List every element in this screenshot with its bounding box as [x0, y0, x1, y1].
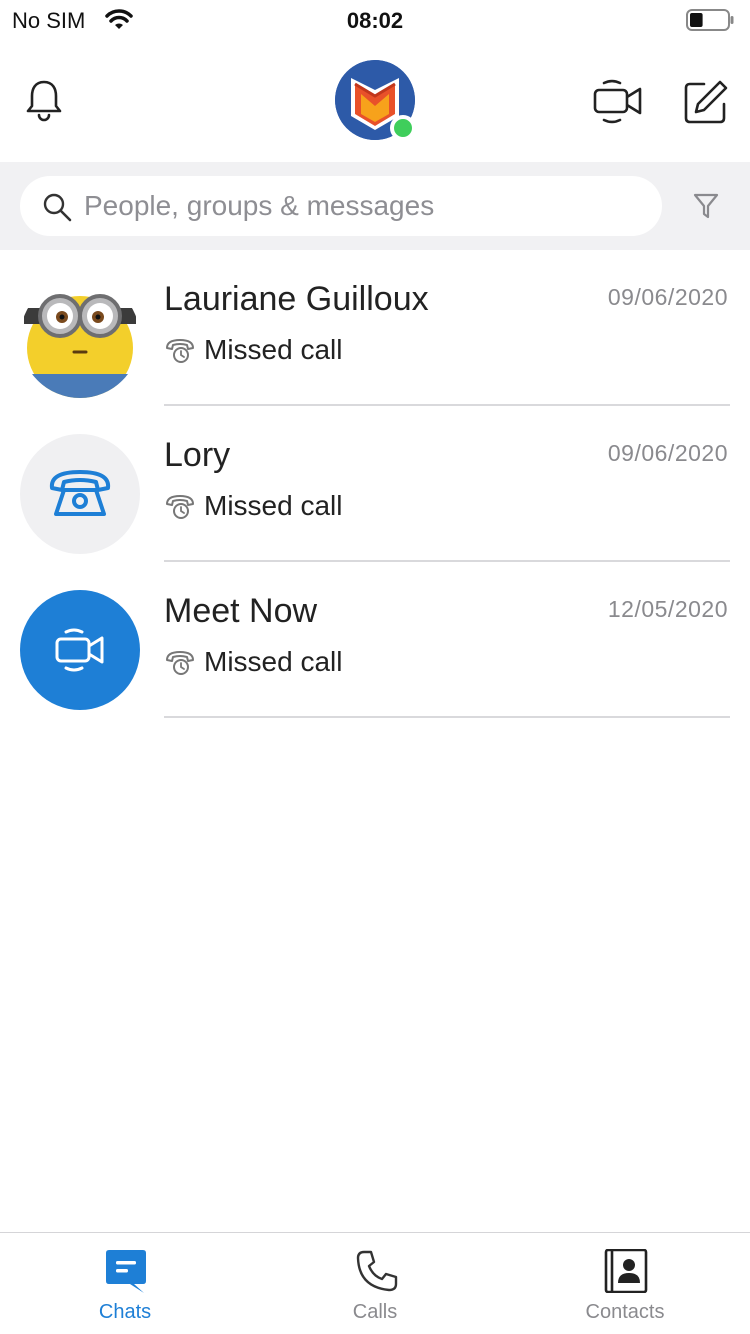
status-bar: No SIM 08:02	[0, 0, 750, 42]
chat-row[interactable]: Lauriane Guilloux 09/06/2020 Missed call	[0, 250, 750, 406]
minion-avatar-icon	[20, 278, 140, 398]
clock: 08:02	[346, 8, 404, 33]
chat-status: Missed call	[164, 334, 342, 366]
phone-icon	[49, 470, 111, 516]
chat-list: Lauriane Guilloux 09/06/2020 Missed call…	[0, 250, 750, 718]
search-input[interactable]	[84, 176, 644, 236]
missed-call-icon	[166, 495, 194, 519]
contact-name: Lory	[164, 436, 231, 474]
contacts-icon	[604, 1249, 648, 1293]
chat-date: 09/06/2020	[607, 284, 728, 310]
chat-preview: Missed call	[204, 490, 343, 521]
search-bar-area	[0, 162, 750, 250]
tab-contacts[interactable]: Contacts	[500, 1233, 750, 1334]
header	[0, 42, 750, 162]
contact-avatar	[20, 590, 140, 710]
chat-row[interactable]: Lory 09/06/2020 Missed call	[0, 406, 750, 562]
battery-icon	[686, 9, 734, 31]
compose-icon[interactable]	[682, 78, 730, 126]
tab-label: Contacts	[585, 1301, 665, 1323]
chat-icon	[106, 1250, 146, 1293]
chat-status: Missed call	[164, 490, 342, 522]
contact-name: Lauriane Guilloux	[164, 280, 429, 318]
tab-label: Chats	[98, 1301, 152, 1323]
chat-row[interactable]: Meet Now 12/05/2020 Missed call	[0, 562, 750, 718]
search-icon	[43, 193, 72, 222]
missed-call-icon	[166, 651, 194, 675]
filter-icon[interactable]	[692, 192, 720, 220]
contact-avatar	[20, 278, 140, 398]
chat-preview: Missed call	[204, 334, 343, 365]
search-box[interactable]	[20, 176, 662, 236]
missed-call-icon	[166, 339, 194, 363]
bell-icon[interactable]	[24, 78, 64, 122]
chat-status: Missed call	[164, 646, 342, 678]
chat-date: 12/05/2020	[607, 596, 728, 622]
presence-indicator	[390, 115, 416, 141]
tab-calls[interactable]: Calls	[250, 1233, 500, 1334]
video-icon	[55, 628, 104, 672]
tab-label: Calls	[352, 1301, 398, 1323]
phone-icon	[356, 1250, 398, 1292]
tab-bar: Chats Calls Contacts	[0, 1232, 750, 1334]
chat-preview: Missed call	[204, 646, 343, 677]
divider	[164, 716, 730, 718]
contact-name: Meet Now	[164, 592, 318, 630]
contact-avatar	[20, 434, 140, 554]
chat-date: 09/06/2020	[607, 440, 728, 466]
video-call-icon[interactable]	[590, 78, 646, 126]
tab-chats[interactable]: Chats	[0, 1233, 250, 1334]
